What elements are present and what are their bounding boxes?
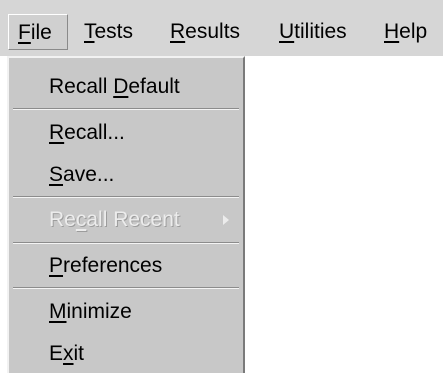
menu-results-label: esults — [185, 20, 241, 43]
menu-tests-label: ests — [94, 20, 134, 43]
menu-item-recall[interactable]: Recall... — [9, 114, 243, 152]
menu-item-label-pre: E — [49, 342, 64, 365]
menu-item-label: all Recent — [86, 208, 180, 231]
menu-file-mnemonic: F — [18, 21, 31, 44]
menu-item-label-pre: Re — [49, 208, 76, 231]
menu-tests[interactable]: Tests — [84, 14, 133, 50]
menu-item-label: inimize — [66, 300, 132, 323]
menu-separator — [13, 287, 239, 289]
menu-item-mnemonic: D — [113, 75, 129, 98]
menu-results-mnemonic: R — [170, 20, 186, 43]
menu-item-mnemonic: c — [75, 208, 87, 231]
menu-separator — [13, 108, 239, 110]
menu-item-recall-recent: Recall Recent — [9, 201, 243, 239]
menu-item-mnemonic: M — [49, 300, 67, 323]
menu-item-label: references — [63, 254, 163, 277]
menu-help-mnemonic: H — [384, 20, 400, 43]
menu-item-label: ave... — [63, 163, 115, 186]
menu-tests-mnemonic: T — [84, 20, 95, 43]
menu-item-label: ecall... — [64, 121, 125, 144]
menu-utilities[interactable]: Utilities — [279, 14, 347, 50]
menu-item-minimize[interactable]: Minimize — [9, 293, 243, 331]
menu-file-label: ile — [30, 21, 52, 44]
menu-item-label: it — [73, 342, 85, 365]
menu-item-label-pre: Recall — [49, 75, 114, 98]
menu-separator — [13, 242, 239, 244]
menu-file[interactable]: File — [8, 14, 68, 50]
menu-item-recall-default[interactable]: Recall Default — [9, 68, 243, 106]
menu-item-label: efault — [128, 75, 180, 98]
menu-item-mnemonic: R — [49, 121, 65, 144]
menu-utilities-mnemonic: U — [279, 20, 295, 43]
menu-utilities-label: tilities — [294, 20, 347, 43]
menu-item-mnemonic: P — [49, 254, 64, 277]
menu-help[interactable]: Help — [384, 14, 427, 50]
menu-item-preferences[interactable]: Preferences — [9, 247, 243, 285]
menu-item-exit[interactable]: Exit — [9, 335, 243, 373]
menu-separator — [13, 196, 239, 198]
menu-help-label: elp — [399, 20, 428, 43]
menu-item-save[interactable]: Save... — [9, 156, 243, 194]
menu-bar: File Tests Results Utilities Help — [0, 0, 443, 56]
submenu-arrow-icon — [223, 215, 229, 225]
file-menu-dropdown: Recall Default Recall... Save... Recall … — [7, 56, 245, 373]
menu-item-mnemonic: x — [63, 342, 74, 365]
menu-results[interactable]: Results — [170, 14, 240, 50]
menu-item-mnemonic: S — [49, 163, 64, 186]
